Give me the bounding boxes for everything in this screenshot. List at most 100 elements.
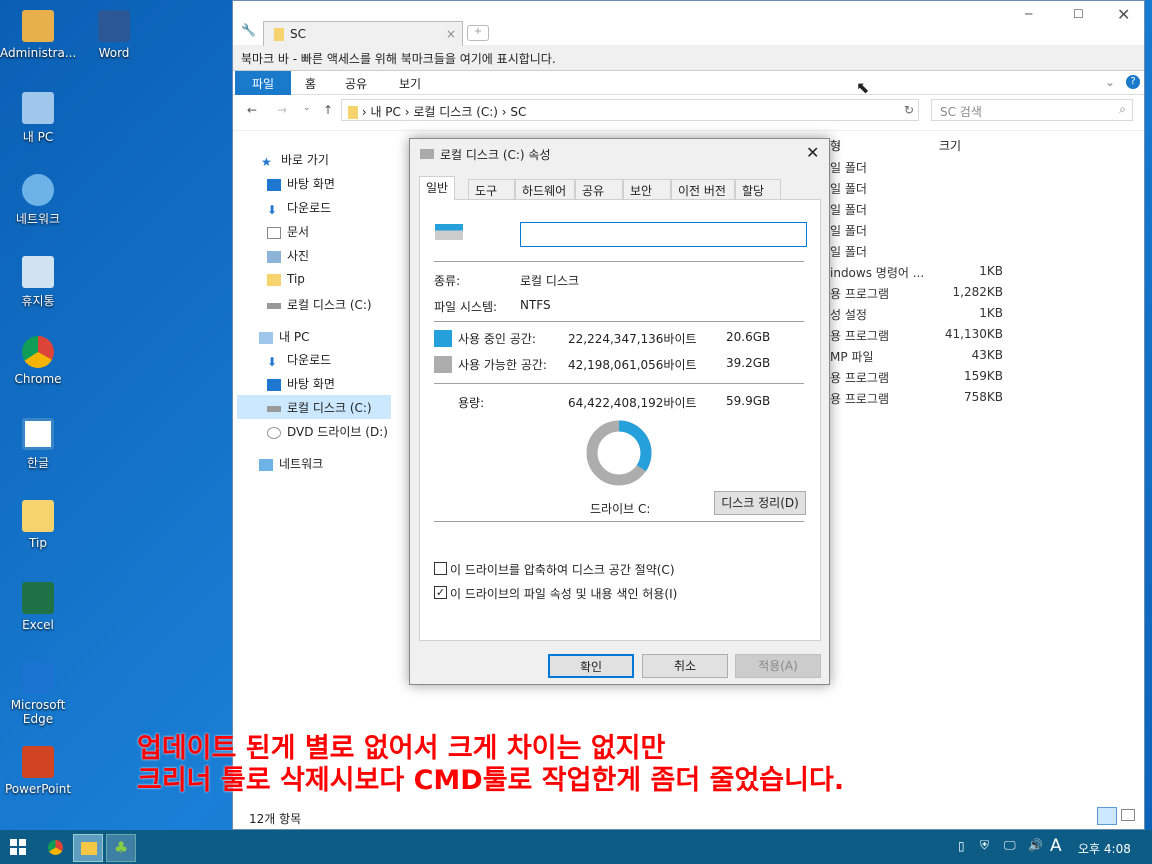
column-type[interactable]: 형 [830, 137, 841, 154]
wrench-icon[interactable]: 🔧 [241, 23, 256, 37]
nav-this-pc[interactable]: 내 PC [259, 328, 309, 345]
ribbon-tab-home[interactable]: 홈 [305, 75, 316, 92]
file-row-type[interactable]: 용 프로그램 [830, 285, 889, 302]
file-row-size[interactable]: 758KB [933, 390, 1003, 404]
breadcrumb-c[interactable]: 로컬 디스크 (C:) [413, 105, 498, 119]
desktop-icon-hwp[interactable]: 한글 [0, 418, 76, 471]
minimize-button[interactable]: ─ [1025, 7, 1032, 21]
details-view-button[interactable] [1097, 807, 1117, 825]
nav-local-disk-pinned[interactable]: 로컬 디스크 (C:) [267, 296, 372, 313]
breadcrumb-sc[interactable]: SC [510, 105, 526, 119]
usb-icon[interactable]: ▯ [958, 839, 965, 853]
desktop-icon-network[interactable]: 네트워크 [0, 174, 76, 227]
nav-pc-downloads[interactable]: ⬇ 다운로드 [267, 351, 331, 369]
volume-name-input[interactable] [520, 222, 807, 247]
file-row-type[interactable]: 일 폴더 [830, 159, 867, 176]
refresh-icon[interactable]: ↻ [904, 103, 914, 117]
nav-desktop[interactable]: 바탕 화면 [267, 175, 335, 192]
forward-button[interactable]: → [277, 103, 287, 117]
tab-sharing[interactable]: 공유 [575, 179, 623, 199]
clock[interactable]: 오후 4:08 [1078, 840, 1131, 857]
desktop-icon-edge[interactable]: Microsoft Edge [0, 662, 76, 726]
help-icon[interactable]: ? [1126, 75, 1140, 89]
file-row-type[interactable]: 일 폴더 [830, 222, 867, 239]
nav-pictures[interactable]: 사진 [267, 247, 309, 264]
recent-dropdown[interactable]: ⌄ [303, 103, 311, 113]
desktop-icon-pc[interactable]: 내 PC [0, 92, 76, 145]
dvd-icon [267, 426, 281, 439]
file-row-type[interactable]: 일 폴더 [830, 180, 867, 197]
ime-indicator[interactable]: A [1050, 836, 1062, 856]
network-tray-icon[interactable]: 🖵 [1004, 838, 1016, 853]
tab-quota[interactable]: 할당량 [735, 179, 781, 215]
file-row-type[interactable]: 일 폴더 [830, 243, 867, 260]
back-button[interactable]: ← [247, 103, 257, 117]
start-button[interactable] [10, 839, 26, 855]
cancel-button[interactable]: 취소 [642, 654, 728, 678]
file-row-size[interactable]: 41,130KB [933, 327, 1003, 341]
apply-button[interactable]: 적용(A) [735, 654, 821, 678]
file-row-type[interactable]: 용 프로그램 [830, 390, 889, 407]
usage-donut-chart [586, 420, 652, 486]
tab-hardware[interactable]: 하드웨어 [515, 179, 575, 199]
file-row-type[interactable]: 일 폴더 [830, 201, 867, 218]
ribbon-file-tab[interactable]: 파일 [235, 71, 291, 95]
file-row-type[interactable]: indows 명령어 ... [830, 264, 924, 281]
expand-ribbon-icon[interactable]: ⌄ [1105, 75, 1115, 89]
ok-button[interactable]: 확인 [548, 654, 634, 678]
nav-dvd[interactable]: DVD 드라이브 (D:) [267, 423, 388, 440]
file-row-size[interactable]: 1,282KB [933, 285, 1003, 299]
desktop-icon-tip[interactable]: Tip [0, 500, 76, 550]
thumbnail-view-button[interactable] [1121, 809, 1135, 821]
nav-local-disk[interactable]: 로컬 디스크 (C:) [237, 395, 391, 419]
ribbon-tab-share[interactable]: 공유 [345, 75, 367, 92]
compress-label[interactable]: 이 드라이브를 압축하여 디스크 공간 절약(C) [450, 561, 675, 578]
ribbon-tab-view[interactable]: 보기 [399, 75, 421, 92]
tab-tools[interactable]: 도구 [468, 179, 515, 199]
nav-quick-access[interactable]: ★ 바로 가기 [261, 151, 329, 169]
desktop-icon-recycle-bin[interactable]: 휴지통 [0, 256, 76, 309]
nav-tip[interactable]: Tip [267, 272, 305, 286]
file-row-size[interactable]: 1KB [933, 264, 1003, 278]
dialog-close-button[interactable]: ✕ [806, 143, 819, 162]
nav-documents[interactable]: 문서 [267, 223, 309, 240]
desktop-icon-administrator[interactable]: Administra... [0, 10, 76, 60]
file-row-type[interactable]: 용 프로그램 [830, 369, 889, 386]
file-row-type[interactable]: MP 파일 [830, 348, 874, 365]
new-tab-button[interactable]: + [467, 25, 489, 41]
security-shield-icon[interactable]: ⛨ [980, 838, 989, 853]
nav-network[interactable]: 네트워크 [259, 455, 323, 472]
file-row-size[interactable]: 1KB [933, 306, 1003, 320]
file-row-size[interactable]: 159KB [933, 369, 1003, 383]
desktop-icon-powerpoint[interactable]: PowerPoint [0, 746, 76, 796]
file-row-type[interactable]: 용 프로그램 [830, 327, 889, 344]
up-button[interactable]: ↑ [323, 103, 333, 117]
volume-icon[interactable]: 🔊 [1028, 838, 1043, 852]
tab-general[interactable]: 일반 [419, 176, 456, 200]
index-checkbox[interactable]: ✓ [434, 586, 447, 599]
chrome-taskbar-icon[interactable] [48, 840, 63, 855]
desktop-icon-chrome[interactable]: Chrome [0, 336, 76, 386]
tab-previous-versions[interactable]: 이전 버전 [671, 179, 735, 199]
clover-taskbar-icon[interactable]: ♣ [106, 834, 136, 862]
breadcrumb-pc[interactable]: 내 PC [370, 105, 400, 119]
close-button[interactable]: ✕ [1117, 5, 1130, 24]
explorer-taskbar-icon[interactable] [73, 834, 103, 862]
tab-security[interactable]: 보안 [623, 179, 671, 199]
index-label[interactable]: 이 드라이브의 파일 속성 및 내용 색인 허용(I) [450, 585, 677, 602]
compress-checkbox[interactable] [434, 562, 447, 575]
browser-tab[interactable]: SC × [263, 21, 463, 46]
recycle-bin-icon [22, 256, 54, 288]
nav-pc-desktop[interactable]: 바탕 화면 [267, 375, 335, 392]
desktop-icon-word[interactable]: Word [76, 10, 152, 60]
column-size[interactable]: 크기 [939, 137, 961, 154]
disk-cleanup-button[interactable]: 디스크 정리(D) [714, 491, 806, 515]
address-bar[interactable]: › 내 PC › 로컬 디스크 (C:) › SC ↻ [341, 99, 919, 121]
maximize-button[interactable]: ☐ [1073, 7, 1084, 21]
desktop-icon-excel[interactable]: Excel [0, 582, 76, 632]
nav-downloads[interactable]: ⬇ 다운로드 [267, 199, 331, 217]
search-input[interactable]: SC 검색 ⌕ [931, 99, 1133, 121]
file-row-size[interactable]: 43KB [933, 348, 1003, 362]
file-row-type[interactable]: 성 설정 [830, 306, 867, 323]
close-tab-icon[interactable]: × [446, 27, 456, 41]
